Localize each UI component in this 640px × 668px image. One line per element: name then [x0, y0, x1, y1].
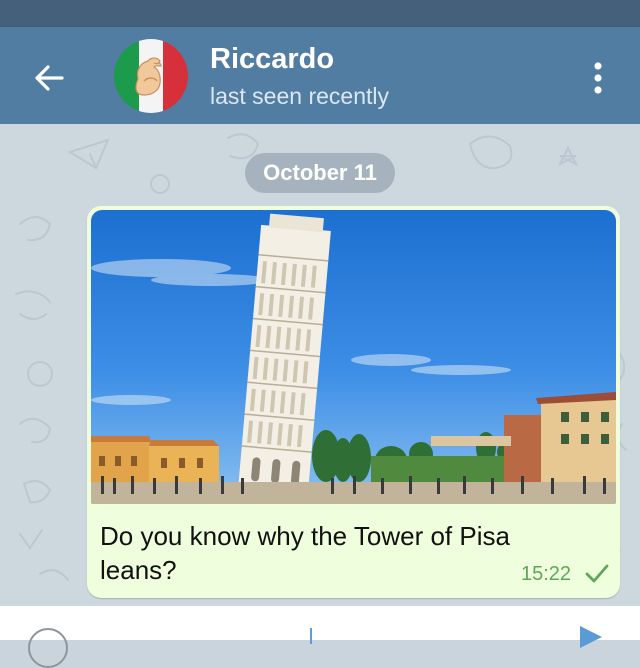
- check-icon: [585, 564, 609, 583]
- message-composer: [0, 606, 640, 668]
- contact-name[interactable]: Riccardo: [210, 43, 334, 76]
- message-caption: Do you know why the Tower of Pisa leans?: [100, 521, 510, 585]
- chat-area[interactable]: October 11 Do you know why the Tower of …: [0, 124, 640, 606]
- text-caret: [310, 628, 312, 644]
- message-photo[interactable]: [91, 210, 616, 504]
- flexed-arm-avatar-icon: [114, 39, 188, 113]
- more-vertical-icon: [594, 62, 602, 94]
- message-time: 15:22: [521, 563, 572, 585]
- arrow-left-icon: [35, 65, 64, 91]
- leaning-tower-photo: [91, 210, 616, 504]
- status-bar: [0, 0, 640, 27]
- message-input[interactable]: [92, 620, 552, 644]
- send-icon[interactable]: [580, 626, 602, 648]
- menu-button[interactable]: [576, 53, 620, 103]
- emoji-icon[interactable]: [28, 628, 68, 668]
- date-separator: October 11: [245, 153, 395, 193]
- message-bubble[interactable]: Do you know why the Tower of Pisa leans?…: [87, 206, 620, 598]
- chat-header: Riccardo last seen recently: [0, 27, 640, 124]
- back-button[interactable]: [22, 51, 76, 105]
- contact-status: last seen recently: [210, 83, 389, 109]
- avatar[interactable]: [114, 39, 188, 113]
